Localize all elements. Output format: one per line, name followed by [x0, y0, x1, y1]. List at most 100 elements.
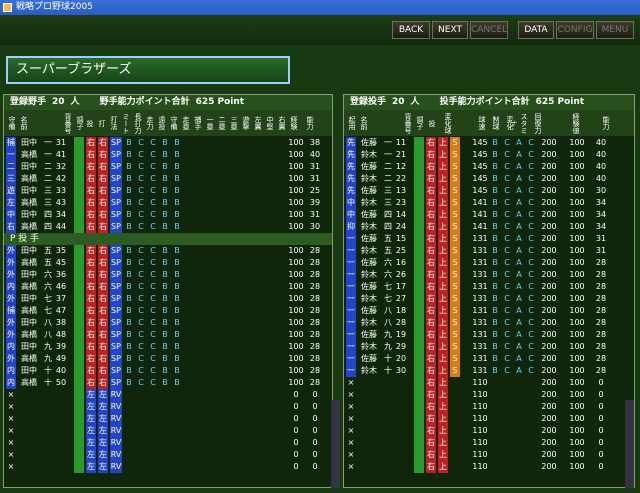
batter-row[interactable]: 捕田中一 31 右右 SP B C C B B 100 38	[4, 137, 330, 149]
next-button[interactable]: NEXT	[432, 21, 468, 39]
batting-style: SP	[110, 305, 122, 317]
pitcher-row[interactable]: 中佐藤四 14 右上 S 141 B C A C 200 100 34	[344, 209, 624, 221]
bat-hand: 右	[98, 197, 108, 209]
ability-grade: C	[138, 246, 144, 255]
condition-icon	[74, 197, 84, 209]
pitcher-row[interactable]: 中鈴木三 23 右上 S 141 B C A C 200 100 34	[344, 197, 624, 209]
batter-row[interactable]: 左高橋三 43 右右 SP B C C B B 100 39	[4, 197, 330, 209]
ability-grade: B	[126, 246, 132, 255]
batters-scrollbar[interactable]	[331, 400, 340, 488]
pitcher-row[interactable]: 一鈴木九 29 右上 S 131 B C A C 200 100 28	[344, 341, 624, 353]
batter-row[interactable]: 外田中六 36 右右 SP B C C B B 100 28	[4, 269, 330, 281]
batter-row[interactable]: 内高橋六 46 右右 SP B C C B B 100 28	[4, 281, 330, 293]
player-rank: 二	[44, 162, 52, 171]
batter-row[interactable]: 二田中二 32 右右 SP B C C B B 100 31	[4, 161, 330, 173]
pitch-grade: B	[492, 270, 498, 279]
pitcher-row[interactable]: 一佐藤八 18 右上 S 131 B C A C 200 100 28	[344, 305, 624, 317]
batters-panel: 登録野手 20 人野手能力ポイント合計 625 Point 守備 名前 背番号 調子投打打法…	[3, 94, 340, 488]
pitcher-row[interactable]: 一佐藤九 19 右上 S 131 B C A C 200 100 28	[344, 329, 624, 341]
ability: 28	[309, 378, 321, 387]
player-name: 鈴木	[361, 318, 377, 327]
pitcher-row[interactable]: 一鈴木十 30 右上 S 131 B C A C 200 100 28	[344, 365, 624, 377]
pitcher-row[interactable]: 一佐藤七 17 右上 S 131 B C A C 200 100 28	[344, 281, 624, 293]
throw-hand: 右	[86, 317, 96, 329]
batter-row[interactable]: 内高橋十 50 右右 SP B C C B B 100 28	[4, 377, 330, 389]
batter-row[interactable]: 三高橋二 42 右右 SP B C C B B 100 31	[4, 173, 330, 185]
experience: 100	[569, 138, 585, 147]
ability-grade: B	[126, 210, 132, 219]
back-button[interactable]: BACK	[392, 21, 430, 39]
header-cell: 背番号	[404, 112, 412, 134]
pitcher-row[interactable]: 抑鈴木四 24 右上 S 141 B C A C 200 100 34	[344, 221, 624, 233]
experience: 100	[288, 162, 304, 171]
pitcher-row[interactable]: 先佐藤二 12 右上 S 145 B C A C 200 100 40	[344, 161, 624, 173]
ability: 31	[309, 174, 321, 183]
ability-grade: C	[138, 282, 144, 291]
player-rank: 四	[384, 222, 392, 231]
empty-row: × 右上 110 200 100 0	[344, 389, 624, 401]
batter-row[interactable]: 外高橋九 49 右右 SP B C C B B 100 28	[4, 353, 330, 365]
ability-grade: B	[162, 282, 168, 291]
batter-row[interactable]: 捕高橋七 47 右右 SP B C C B B 100 28	[4, 305, 330, 317]
throw-form: 上	[438, 197, 448, 209]
ability-grade: C	[138, 174, 144, 183]
menu-button[interactable]: MENU	[596, 21, 634, 39]
batter-row[interactable]: 外高橋八 48 右右 SP B C C B B 100 28	[4, 329, 330, 341]
batter-row[interactable]: 内田中九 39 右右 SP B C C B B 100 28	[4, 341, 330, 353]
ability: 38	[309, 138, 321, 147]
pitcher-row[interactable]: 一鈴木七 27 右上 S 131 B C A C 200 100 28	[344, 293, 624, 305]
data-button[interactable]: DATA	[518, 21, 554, 39]
batter-row[interactable]: 外田中五 35 右右 SP B C C B B 100 28	[4, 245, 330, 257]
position-badge: 内	[6, 377, 16, 389]
batter-row[interactable]: 遊田中三 33 右右 SP B C C B B 100 25	[4, 185, 330, 197]
pitcher-row[interactable]: 一佐藤六 16 右上 S 131 B C A C 200 100 28	[344, 257, 624, 269]
condition-icon	[414, 137, 424, 149]
uniform-number: 14	[395, 210, 407, 219]
batter-row[interactable]: 内田中十 40 右右 SP B C C B B 100 28	[4, 365, 330, 377]
batting-style: SP	[110, 281, 122, 293]
uniform-number: 31	[55, 138, 67, 147]
player-name: 高橋	[21, 198, 37, 207]
config-button[interactable]: CONFIG	[556, 21, 594, 39]
player-name: 高橋	[21, 330, 37, 339]
pitcher-row[interactable]: 一佐藤五 15 右上 S 131 B C A C 200 100 31	[344, 233, 624, 245]
pitcher-row[interactable]: 一鈴木五 25 右上 S 131 B C A C 200 100 31	[344, 245, 624, 257]
pitcher-row[interactable]: 一鈴木八 28 右上 S 131 B C A C 200 100 28	[344, 317, 624, 329]
ability-grade: B	[162, 294, 168, 303]
ability: 0	[598, 426, 604, 435]
role-badge: 一	[346, 245, 356, 257]
cancel-button[interactable]: CANCEL	[470, 21, 508, 39]
empty-mark: ×	[347, 378, 355, 387]
batter-row[interactable]: 中田中四 34 右右 SP B C C B B 100 31	[4, 209, 330, 221]
stamina: 200	[541, 438, 557, 447]
pitcher-row[interactable]: 先佐藤一 11 右上 S 145 B C A C 200 100 40	[344, 137, 624, 149]
batting-style: SP	[110, 329, 122, 341]
header-cell: 回復力	[534, 112, 542, 134]
batter-row[interactable]: 右高橋四 44 右右 SP B C C B B 100 30	[4, 221, 330, 233]
speed: 131	[472, 282, 488, 291]
pitcher-row[interactable]: 先鈴木一 21 右上 S 145 B C A C 200 100 40	[344, 149, 624, 161]
throw-hand: 右	[426, 221, 436, 233]
header-cell: 右翼	[278, 116, 286, 130]
pitch-type: S	[450, 317, 460, 329]
speed: 131	[472, 270, 488, 279]
batter-row[interactable]: 外田中七 37 右右 SP B C C B B 100 28	[4, 293, 330, 305]
experience: 100	[569, 174, 585, 183]
pitch-grade: B	[492, 198, 498, 207]
batter-row[interactable]: 外高橋五 45 右右 SP B C C B B 100 28	[4, 257, 330, 269]
pitcher-row[interactable]: 先佐藤三 13 右上 S 145 B C A C 200 100 30	[344, 185, 624, 197]
pitcher-separator: P 投 手	[4, 233, 332, 245]
role-badge: 先	[346, 185, 356, 197]
condition-icon	[74, 245, 84, 257]
bat-hand: 右	[98, 221, 108, 233]
batter-row[interactable]: 外田中八 38 右右 SP B C C B B 100 28	[4, 317, 330, 329]
experience: 100	[569, 378, 585, 387]
pitcher-row[interactable]: 一鈴木六 26 右上 S 131 B C A C 200 100 28	[344, 269, 624, 281]
pitcher-row[interactable]: 一佐藤十 20 右上 S 131 B C A C 200 100 28	[344, 353, 624, 365]
empty-mark: ×	[347, 450, 355, 459]
header-cell: 投	[86, 119, 94, 127]
experience: 0	[293, 402, 299, 411]
pitcher-row[interactable]: 先鈴木二 22 右上 S 145 B C A C 200 100 40	[344, 173, 624, 185]
batter-row[interactable]: 一高橋一 41 右右 SP B C C B B 100 40	[4, 149, 330, 161]
pitchers-scrollbar[interactable]	[625, 400, 634, 488]
